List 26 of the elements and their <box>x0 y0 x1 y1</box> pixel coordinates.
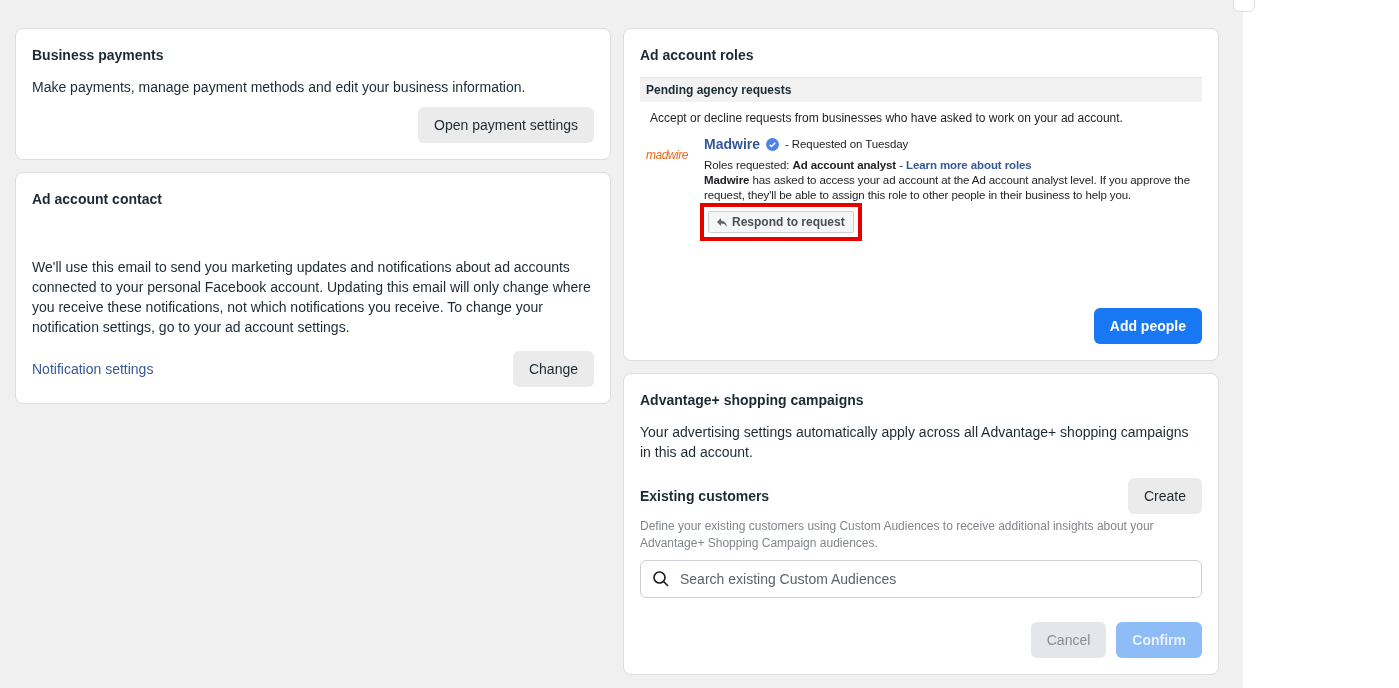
open-payment-settings-button[interactable]: Open payment settings <box>418 107 594 143</box>
create-button[interactable]: Create <box>1127 478 1202 514</box>
notification-settings-link[interactable]: Notification settings <box>32 361 154 377</box>
intro-text: Accept or decline requests from businesses who have asked to work on your ad account. <box>649 110 1124 127</box>
hint-text: Define your existing customers using Custom Audiences to receive additional insights about your Advantage+ Shopping Campaign audiences. <box>640 518 1155 552</box>
section-title: Existing customers <box>640 488 770 504</box>
search-field[interactable]: Search existing Custom Audiences <box>640 560 1202 598</box>
change-button[interactable]: Change <box>512 351 594 387</box>
add-people-button[interactable]: Add people <box>1093 308 1202 344</box>
business-name-link[interactable]: Madwire <box>704 136 760 152</box>
search-icon <box>652 570 670 588</box>
card-title: Advantage+ shopping campaigns <box>640 392 865 408</box>
reply-icon <box>717 217 727 227</box>
learn-more-link[interactable]: Learn more about roles <box>906 159 1032 171</box>
request-details: Madwire has asked to access your ad account at the Ad account analyst level. If you approve the request, they'll be able to assign this role to other people in their business to help you. <box>704 173 1191 203</box>
section-header: Pending agency requests <box>640 77 1202 102</box>
request-date: - Requested on Tuesday <box>785 136 909 152</box>
card-title: Ad account roles <box>640 47 755 63</box>
card-description: We'll use this email to send you marketing updates and notifications about ad accounts connected to your personal Facebook account. Updating this email will only change where you receive these notifications, not which notifications you receive. To change your notification settings, go to your ad account settings. <box>32 258 592 337</box>
card-description: Your advertising settings automatically apply across all Advantage+ shopping campaigns in this ad account. <box>640 423 1190 462</box>
business-logo: madwire <box>645 147 689 164</box>
card-title: Ad account contact <box>32 191 163 207</box>
card-description: Make payments, manage payment methods and edit your business information. <box>32 78 527 97</box>
roles-requested: Roles requested: Ad account analyst - <box>704 159 903 171</box>
respond-to-request-button[interactable]: Respond to request <box>708 211 854 233</box>
card-title: Business payments <box>32 47 165 63</box>
